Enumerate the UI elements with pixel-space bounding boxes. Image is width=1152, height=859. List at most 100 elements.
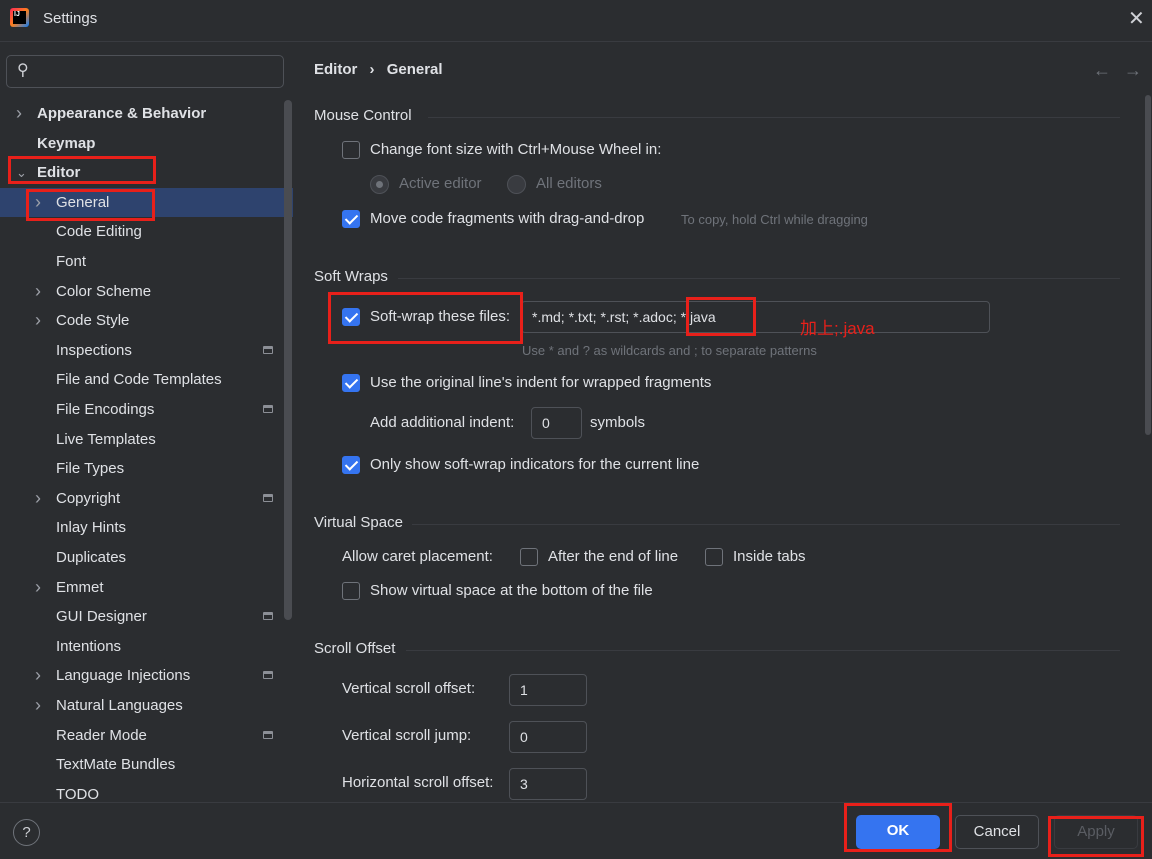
- title-bar: IJ Settings ✕: [0, 0, 1152, 42]
- forward-arrow-icon[interactable]: →: [1124, 60, 1142, 81]
- font-size-checkbox[interactable]: [342, 141, 360, 159]
- font-size-label: Change font size with Ctrl+Mouse Wheel i…: [370, 141, 662, 158]
- breadcrumb-separator: ›: [369, 61, 375, 78]
- chevron-right-icon[interactable]: ›: [35, 306, 41, 335]
- tree-item-label: File Encodings: [56, 401, 155, 418]
- symbols-label: symbols: [590, 414, 646, 431]
- breadcrumb-current: General: [386, 61, 443, 78]
- tree-item-code-editing[interactable]: Code Editing: [0, 217, 293, 246]
- tree-item-keymap[interactable]: Keymap: [0, 129, 293, 158]
- chevron-right-icon[interactable]: ›: [35, 277, 41, 306]
- project-settings-icon: [263, 612, 273, 621]
- search-input[interactable]: ⚲: [6, 55, 284, 88]
- close-icon[interactable]: ✕: [1128, 6, 1145, 31]
- tree-item-label: Code Style: [56, 312, 130, 330]
- inside-tabs-checkbox[interactable]: [705, 548, 723, 566]
- section-soft-wraps: Soft Wraps: [314, 268, 388, 285]
- tree-item-appearance-behavior[interactable]: › Appearance & Behavior: [0, 99, 293, 128]
- app-logo-icon: IJ: [10, 8, 29, 27]
- all-editors-label: All editors: [536, 175, 602, 192]
- chevron-right-icon[interactable]: ›: [35, 691, 41, 720]
- tree-item-label: File and Code Templates: [56, 371, 222, 389]
- help-button[interactable]: ?: [13, 819, 40, 846]
- annotation-box-ok: [844, 803, 952, 852]
- virtual-bottom-checkbox[interactable]: [342, 582, 360, 600]
- search-icon: ⚲: [17, 62, 29, 79]
- cancel-button[interactable]: Cancel: [955, 815, 1039, 849]
- tree-item-color-scheme[interactable]: › Color Scheme: [0, 277, 293, 306]
- breadcrumb: Editor › General: [314, 61, 443, 78]
- tree-item-label: Natural Languages: [56, 697, 183, 714]
- active-editor-radio[interactable]: [370, 175, 389, 194]
- tree-item-label: Keymap: [37, 134, 96, 152]
- tree-item-label: Appearance & Behavior: [37, 105, 207, 122]
- tree-item-label: Live Templates: [56, 430, 156, 448]
- annotation-box-soft-wrap: [328, 292, 523, 344]
- drag-drop-label: Move code fragments with drag-and-drop: [370, 210, 645, 227]
- vertical-offset-input[interactable]: 1: [509, 674, 587, 706]
- indicators-checkbox[interactable]: [342, 456, 360, 474]
- all-editors-radio[interactable]: [507, 175, 526, 194]
- chevron-right-icon[interactable]: ›: [16, 99, 22, 128]
- additional-indent-label: Add additional indent:: [370, 414, 515, 431]
- tree-item-language-injections[interactable]: › Language Injections: [0, 661, 293, 690]
- tree-item-gui-designer[interactable]: GUI Designer: [0, 602, 293, 631]
- active-editor-label: Active editor: [399, 175, 482, 192]
- drag-drop-checkbox[interactable]: [342, 210, 360, 228]
- tree-item-natural-languages[interactable]: › Natural Languages: [0, 691, 293, 720]
- breadcrumb-parent[interactable]: Editor: [314, 61, 357, 78]
- tree-item-file-types[interactable]: File Types: [0, 454, 293, 483]
- tree-item-label: Inspections: [56, 341, 132, 359]
- tree-item-emmet[interactable]: › Emmet: [0, 573, 293, 602]
- tree-item-reader-mode[interactable]: Reader Mode: [0, 721, 293, 750]
- tree-item-label: Code Editing: [56, 223, 142, 241]
- window-title: Settings: [43, 10, 98, 27]
- annotation-box-apply: [1048, 816, 1144, 857]
- inside-tabs-label: Inside tabs: [733, 548, 806, 565]
- tree-item-inspections[interactable]: Inspections: [0, 336, 293, 365]
- tree-item-duplicates[interactable]: Duplicates: [0, 543, 293, 572]
- tree-item-live-templates[interactable]: Live Templates: [0, 425, 293, 454]
- project-settings-icon: [263, 671, 273, 680]
- annotation-box-general: [26, 189, 155, 221]
- chevron-right-icon[interactable]: ›: [35, 661, 41, 690]
- original-indent-label: Use the original line's indent for wrapp…: [370, 374, 712, 391]
- section-mouse-control: Mouse Control: [314, 107, 412, 124]
- tree-item-code-style[interactable]: › Code Style: [0, 306, 293, 335]
- tree-item-copyright[interactable]: › Copyright: [0, 484, 293, 513]
- tree-item-label: File Types: [56, 460, 125, 478]
- tree-item-label: Duplicates: [56, 549, 127, 566]
- additional-indent-input[interactable]: 0: [531, 407, 582, 439]
- annotation-box-editor: [8, 156, 156, 184]
- project-settings-icon: [263, 493, 273, 502]
- tree-item-label: GUI Designer: [56, 608, 147, 626]
- tree-item-label: TextMate Bundles: [56, 756, 176, 774]
- horizontal-offset-input[interactable]: 3: [509, 768, 587, 800]
- chevron-right-icon[interactable]: ›: [35, 484, 41, 513]
- vertical-jump-input[interactable]: 0: [509, 721, 587, 753]
- tree-item-file-and-code-templates[interactable]: File and Code Templates: [0, 365, 293, 394]
- tree-item-label: Copyright: [56, 489, 121, 507]
- vertical-jump-label: Vertical scroll jump:: [342, 727, 472, 744]
- horizontal-offset-label: Horizontal scroll offset:: [342, 774, 494, 791]
- original-indent-checkbox[interactable]: [342, 374, 360, 392]
- tree-item-inlay-hints[interactable]: Inlay Hints: [0, 513, 293, 542]
- after-end-checkbox[interactable]: [520, 548, 538, 566]
- annotation-box-java: [686, 297, 756, 336]
- tree-item-label: Reader Mode: [56, 726, 147, 744]
- tree-item-label: Inlay Hints: [56, 519, 127, 537]
- sidebar-scrollbar[interactable]: [284, 100, 292, 620]
- tree-item-file-encodings[interactable]: File Encodings: [0, 395, 293, 424]
- tree-item-label: Emmet: [56, 578, 104, 596]
- project-settings-icon: [263, 405, 273, 413]
- tree-item-intentions[interactable]: Intentions: [0, 632, 293, 661]
- after-end-label: After the end of line: [548, 548, 679, 565]
- project-settings-icon: [263, 730, 273, 739]
- project-settings-icon: [263, 345, 273, 354]
- section-scroll-offset: Scroll Offset: [314, 640, 396, 657]
- tree-item-font[interactable]: Font: [0, 247, 293, 276]
- content-scrollbar[interactable]: [1145, 95, 1151, 435]
- chevron-right-icon[interactable]: ›: [35, 573, 41, 602]
- back-arrow-icon[interactable]: ←: [1093, 60, 1111, 81]
- tree-item-textmate-bundles[interactable]: TextMate Bundles: [0, 750, 293, 779]
